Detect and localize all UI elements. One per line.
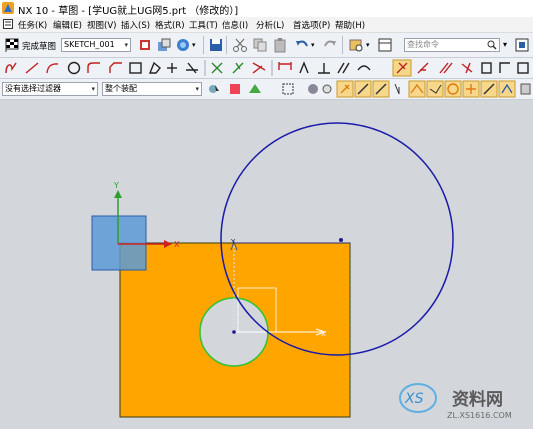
shaded-view-icon	[308, 84, 318, 94]
csys-axis-x-label: X	[174, 240, 180, 249]
profile-icon	[5, 62, 17, 74]
menu-task[interactable]: 任务(K)	[18, 19, 47, 31]
toolbar-separator	[342, 36, 343, 54]
general-selection-icon	[230, 84, 240, 94]
menu-info[interactable]: 信息(I)	[222, 19, 248, 31]
circle-icon	[67, 61, 81, 75]
arc-icon	[46, 63, 59, 74]
mirror-icon	[417, 62, 429, 74]
chevron-down-icon: ▾	[124, 41, 128, 49]
sketch-origin-point	[232, 330, 236, 334]
menu-insert[interactable]: 插入(S)	[121, 19, 150, 31]
redo-icon[interactable]	[322, 37, 338, 53]
menu-preferences[interactable]: 首选项(P)	[293, 19, 330, 31]
menu-analysis[interactable]: 分析(L)	[256, 19, 284, 31]
sketch-axis-x-label: X	[321, 330, 326, 338]
datum-csys-box	[91, 215, 147, 271]
sketch-viewport[interactable]: X Y Y X XS 资料网 ZL.XS1616.COM	[0, 100, 533, 429]
toolbar-separator	[226, 36, 227, 54]
chevron-down-icon: ▾	[195, 85, 199, 93]
toolbar-separator	[203, 36, 204, 54]
window-title: NX 10 - 草图 - [学UG就上UG网5.prt （修改的）]	[18, 6, 239, 17]
perpendicular-icon	[318, 63, 330, 74]
search-placeholder: 查找命令	[407, 40, 439, 49]
finish-sketch-flag-icon[interactable]	[4, 37, 20, 53]
menu-view[interactable]: 视图(V)	[87, 19, 116, 31]
type-filter-select[interactable]: 没有选择过滤器 ▾	[2, 82, 98, 96]
chevron-down-icon[interactable]: ▾	[366, 41, 370, 49]
window-list-icon[interactable]	[377, 37, 393, 53]
box-selection-icon	[282, 83, 294, 95]
selection-tool-icons	[209, 80, 531, 98]
chevron-down-icon[interactable]: ▾	[503, 40, 507, 49]
menu-tools[interactable]: 工具(T)	[189, 19, 218, 31]
save-icon[interactable]	[208, 37, 224, 53]
chamfer-icon	[109, 62, 122, 73]
command-finder-icon[interactable]	[348, 37, 364, 53]
menu-help[interactable]: 帮助(H)	[335, 19, 365, 31]
watermark-brand: 资料网	[452, 389, 503, 410]
graphics-window[interactable]: X Y Y X XS 资料网 ZL.XS1616.COM	[0, 100, 533, 429]
sketch-name-select[interactable]: SKETCH_001 ▾	[61, 38, 131, 52]
menu-bar: 任务(K) 编辑(E) 视图(V) 插入(S) 格式(R) 工具(T) 信息(I…	[0, 17, 533, 33]
make-corner-icon	[252, 62, 266, 74]
chevron-down-icon[interactable]: ▾	[192, 41, 196, 49]
polygon-icon	[148, 61, 161, 74]
sketch-tool-icons	[5, 59, 529, 77]
svg-text:XS: XS	[404, 391, 424, 407]
menu-format[interactable]: 格式(R)	[155, 19, 185, 31]
cut-icon[interactable]	[232, 37, 248, 53]
chevron-down-icon[interactable]: ▾	[311, 41, 315, 49]
watermark-logo: XS 资料网 ZL.XS1616.COM	[399, 383, 512, 420]
convert-reference-icon	[439, 62, 453, 74]
reattach-icon[interactable]	[156, 37, 172, 53]
undo-icon[interactable]	[294, 37, 310, 53]
fillet-icon	[87, 62, 100, 73]
sketch-properties-icon	[517, 62, 529, 74]
chevron-down-icon: ▾	[91, 85, 95, 93]
quick-extend-icon	[232, 62, 244, 74]
circle-center-point	[339, 238, 343, 242]
selection-toolbar: 没有选择过滤器 ▾ 整个装配 ▾	[0, 79, 533, 100]
paste-icon[interactable]	[272, 37, 288, 53]
csys-axis-y-label: Y	[113, 181, 119, 190]
feature-selection-icon	[249, 84, 261, 93]
dimension-icon	[278, 62, 292, 70]
menu-edit[interactable]: 编辑(E)	[53, 19, 82, 31]
type-filter-value: 没有选择过滤器	[5, 84, 61, 93]
line-icon	[25, 62, 39, 74]
rectangle-icon	[129, 62, 142, 74]
constraint-display-icon	[481, 62, 492, 74]
watermark-url: ZL.XS1616.COM	[447, 411, 512, 420]
snap-settings-icon	[209, 85, 219, 93]
sketch-curve-toolbar	[0, 58, 533, 79]
fit-view-icon[interactable]	[514, 37, 530, 53]
command-search-input[interactable]: 查找命令	[404, 38, 500, 52]
title-bar: NX 10 - 草图 - [学UG就上UG网5.prt （修改的）]	[0, 0, 533, 17]
sketch-name-value: SKETCH_001	[64, 40, 115, 49]
geometric-constraint-icon	[299, 61, 309, 74]
parallel-icon	[337, 62, 350, 74]
quick-trim-icon	[211, 62, 223, 74]
animate-dimension-icon	[461, 62, 473, 74]
wireframe-view-icon	[322, 84, 332, 94]
midpoint-snap-icon	[394, 83, 400, 95]
auto-constrain-icon	[499, 62, 510, 73]
more-snap-icon	[520, 83, 531, 95]
selection-scope-select[interactable]: 整个装配 ▾	[102, 82, 202, 96]
standard-toolbar: 完成草图 SKETCH_001 ▾ ▾ ▾ ▾ 查找命令 ▾	[0, 33, 533, 58]
offset-curve-icon	[186, 62, 198, 74]
selection-scope-value: 整个装配	[105, 84, 137, 93]
copy-icon[interactable]	[252, 37, 268, 53]
sketch-axis-y-label: Y	[230, 238, 236, 246]
tangent-icon	[357, 65, 371, 71]
nx-logo-icon	[2, 2, 14, 14]
finish-sketch-label[interactable]: 完成草图	[22, 40, 56, 52]
app-menu-icon[interactable]	[3, 19, 13, 29]
search-icon[interactable]	[487, 40, 497, 50]
sketch-view-icon[interactable]	[137, 37, 153, 53]
update-model-icon[interactable]	[175, 37, 191, 53]
